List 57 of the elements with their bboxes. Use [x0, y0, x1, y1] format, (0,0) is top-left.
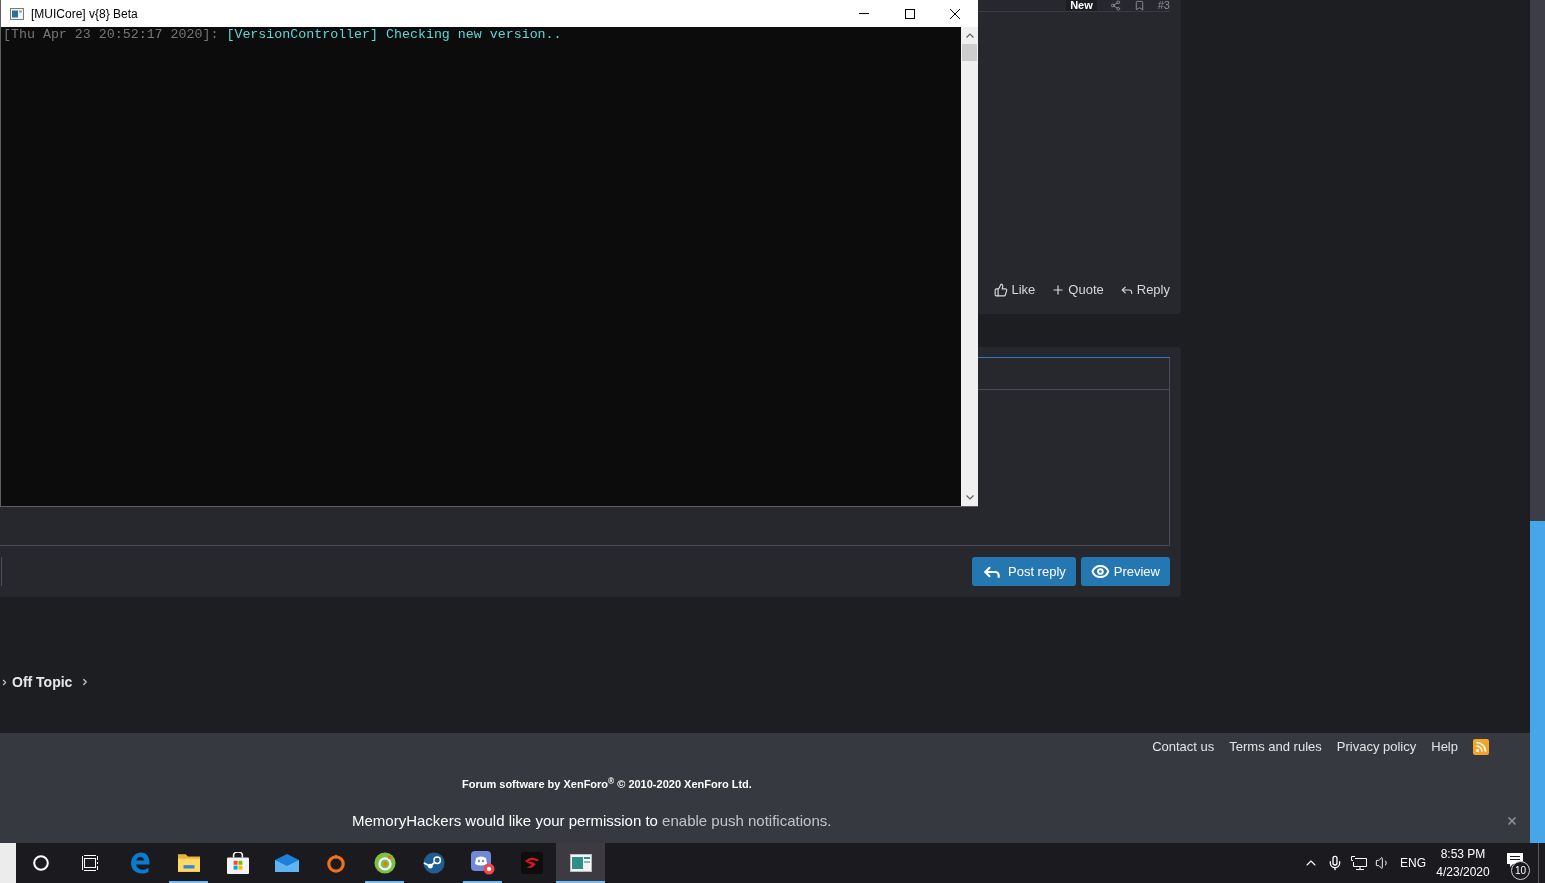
- plus-icon: [1051, 283, 1066, 297]
- clock-date: 4/23/2020: [1436, 864, 1490, 881]
- network-icon: [1351, 855, 1367, 871]
- search-icon: [33, 855, 49, 871]
- caret-down-icon: [965, 495, 974, 500]
- window-title: [MUICore] v{8} Beta: [31, 5, 138, 23]
- close-icon: [950, 8, 960, 19]
- notification-count-badge: 10: [1511, 861, 1530, 880]
- footer-link[interactable]: Contact us: [1152, 739, 1215, 755]
- notifications-button[interactable]: 10: [1495, 843, 1541, 883]
- envelope-icon: [274, 854, 299, 872]
- window-icon: [10, 7, 24, 20]
- task-view-icon: [81, 855, 100, 871]
- footer-link[interactable]: Privacy policy: [1336, 739, 1417, 755]
- scrollbar-thumb[interactable]: [1530, 521, 1545, 843]
- chevron-right-icon: [0, 677, 9, 687]
- taskbar-app-button[interactable]: [556, 843, 605, 883]
- share-icon[interactable]: [1109, 0, 1121, 11]
- footer-link[interactable]: Help: [1431, 739, 1458, 755]
- post-number-link[interactable]: #3: [1157, 0, 1170, 11]
- copyright-text: Forum software by XenForo$^{®}$ © 2010-2020 XenForo Ltd.: [462, 776, 752, 792]
- ring-icon: [326, 853, 345, 873]
- chat-app-icon: [470, 851, 495, 875]
- like-button[interactable]: Like: [994, 282, 1036, 298]
- console-scrollbar-thumb[interactable]: [962, 44, 977, 61]
- clock-time: 8:53 PM: [1440, 846, 1486, 863]
- log-timestamp: [Thu Apr 23 20:52:17 2020]:: [3, 27, 219, 43]
- new-badge: New: [1066, 0, 1097, 11]
- circle-logo-icon: [373, 852, 396, 874]
- terminal-window-icon: [569, 854, 592, 872]
- maximize-icon: [904, 8, 915, 19]
- footer-link[interactable]: Terms and rules: [1229, 739, 1322, 755]
- folder-icon: [177, 854, 200, 872]
- thumbs-up-icon: [994, 283, 1009, 297]
- preview-button[interactable]: Preview: [1081, 557, 1170, 586]
- window-edge: [0, 843, 16, 883]
- breadcrumb-link[interactable]: Off Topic: [12, 671, 73, 693]
- bookmark-icon[interactable]: [1133, 0, 1145, 11]
- reply-button[interactable]: Reply: [1119, 282, 1170, 298]
- letter-e-logo-icon: [128, 852, 151, 874]
- shopping-bag-icon: [226, 852, 249, 874]
- close-icon[interactable]: [1506, 815, 1518, 827]
- post-reply-button[interactable]: Post reply: [972, 557, 1076, 586]
- swirl-logo-icon: [520, 852, 543, 874]
- eye-icon: [1091, 562, 1110, 581]
- caret-up-icon: [965, 33, 974, 38]
- reply-icon: [1119, 283, 1134, 297]
- quote-button[interactable]: Quote: [1051, 282, 1104, 298]
- clock-button[interactable]: 8:53 PM 4/23/2020: [1431, 843, 1495, 883]
- push-notification-prompt: MemoryHackers would like your permission to enable push notifications.: [352, 811, 832, 831]
- round-logo-icon: [422, 852, 445, 874]
- language-button[interactable]: ENG: [1395, 843, 1431, 883]
- rss-icon[interactable]: [1473, 739, 1489, 755]
- microphone-icon: [1327, 855, 1343, 871]
- minimize-icon: [859, 13, 869, 14]
- enable-notifications-link[interactable]: enable push notifications.: [662, 812, 832, 829]
- log-message: [VersionController] Checking new version..: [226, 27, 562, 43]
